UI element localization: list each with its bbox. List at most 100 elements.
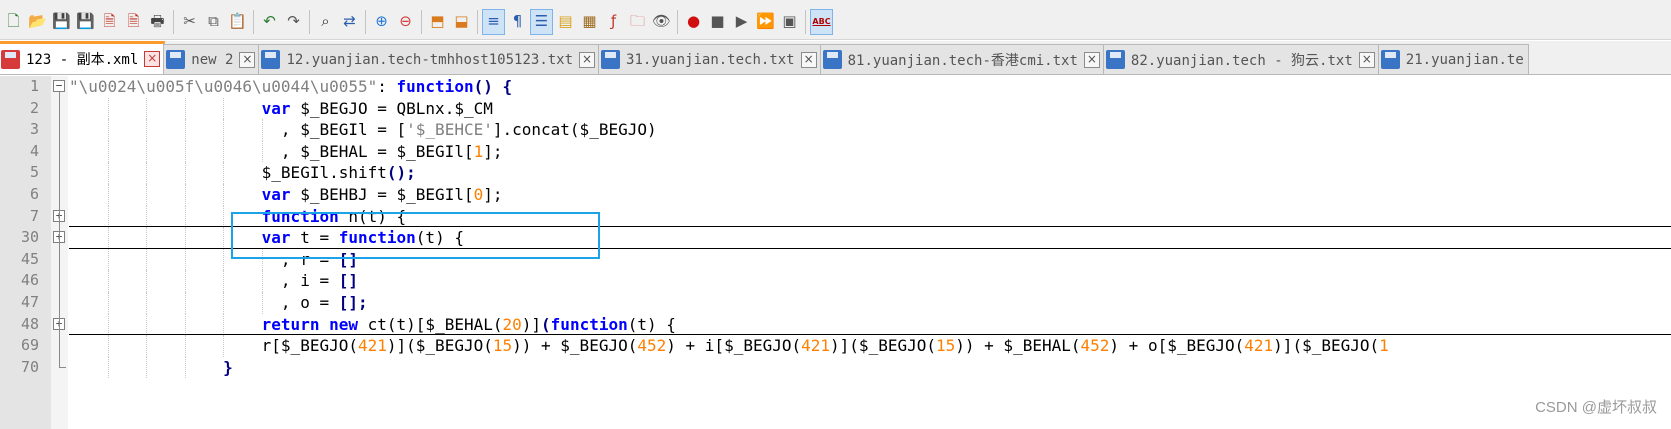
stop-macro-button[interactable]: ■ [706,9,729,35]
collapse-fold-icon[interactable]: − [53,80,65,92]
close-tab-icon[interactable]: × [800,51,817,68]
tab[interactable]: 12.yuanjian.tech-tmhhost105123.txt × [258,44,601,74]
code-text: , $_BEGIl = ['$_BEHCE'].concat($_BEGJO) [69,119,657,141]
code-text: } [69,357,233,379]
save-macro-icon: ▣ [782,12,797,30]
indent-guide-button[interactable]: ☰ [530,8,553,35]
document-map-button[interactable]: ▦ [578,9,601,35]
code-line[interactable]: 1 − "\u0024\u005f\u0046\u0044\u0055": func… [0,76,1671,98]
find-icon: ⌕ [321,12,330,30]
save-all-button[interactable]: 💾 [74,9,97,35]
close-tab-icon[interactable]: × [144,51,161,67]
show-all-chars-button[interactable]: ¶ [506,9,529,35]
paste-button[interactable]: 📋 [226,9,249,35]
tab[interactable]: new 2 × [163,44,261,74]
tab[interactable]: 82.yuanjian.tech - 狗云.txt × [1102,44,1380,74]
toolbar-separator [365,9,366,34]
code-token: 1 [1379,336,1389,356]
spell-check-button[interactable]: ABC [810,8,833,35]
code-token: var [261,185,291,204]
copy-button[interactable]: ⧉ [202,9,225,35]
undo-button[interactable]: ↶ [258,9,281,35]
monitoring-button[interactable]: 👁 [650,9,673,35]
code-token: $_BEHBJ = $_BEGIl[ [290,185,474,204]
cut-button[interactable]: ✂ [178,9,201,35]
zoom-in-button[interactable]: ⊕ [370,9,393,35]
line-number: 3 [29,120,39,139]
code-token: () { [473,77,513,96]
close-tab-icon[interactable]: × [239,51,256,68]
code-token: ]; [483,141,503,161]
line-number: 5 [29,163,39,182]
code-token: r[$_BEGJO( [69,336,358,356]
open-file-button[interactable]: 📂 [26,9,49,35]
code-token: )] [521,314,542,334]
function-list-button[interactable]: ƒ [602,9,625,35]
code-line[interactable]: 48+ return new ct(t)[$_BEHAL(20)](functi… [0,313,1671,336]
code-token: )) + $_BEHAL( [955,336,1081,356]
redo-button[interactable]: ↷ [282,9,305,35]
indent-guide-icon: ☰ [534,12,549,30]
code-line[interactable]: 4 , $_BEHAL = $_BEGIl[1]; [0,140,1671,163]
code-line[interactable]: 47 , o = []; [0,292,1671,314]
new-file-button[interactable]: 🗋 [2,9,25,35]
code-editor[interactable]: 1 − "\u0024\u005f\u0046\u0044\u0055": func… [0,76,1671,429]
play-macro-button[interactable]: ▶ [730,9,753,35]
code-line[interactable]: 2 var $_BEGJO = QBLnx.$_CM [0,97,1671,120]
close-button[interactable]: 🗎 [98,9,121,35]
code-token: ( [541,314,551,334]
save-macro-button[interactable]: ▣ [778,9,801,35]
close-all-button[interactable]: 🗎 [122,9,145,35]
undo-icon: ↶ [263,12,276,30]
save-button[interactable]: 💾 [50,9,73,35]
saved-file-icon [1105,50,1125,69]
paste-icon: 📋 [228,12,247,30]
folder-workspace-button[interactable]: 🗀 [626,9,649,35]
saved-file-icon [822,50,842,69]
saved-file-icon [261,50,281,69]
run-macro-multiple-button[interactable]: ⏩ [754,9,777,35]
sync-vertical-icon: ⬒ [430,12,445,30]
tab[interactable]: 21.yuanjian.te [1377,44,1529,74]
replace-button[interactable]: ⇄ [338,9,361,35]
zoom-in-icon: ⊕ [375,12,388,30]
sync-vertical-button[interactable]: ⬒ [426,9,449,35]
code-token: '$_BEHCE' [406,120,493,140]
close-tab-icon[interactable]: × [1083,51,1100,68]
toolbar-separator [253,9,254,34]
print-button[interactable]: 🖶 [146,9,169,35]
code-text: r[$_BEGJO(421)]($_BEGJO(15)) + $_BEGJO(4… [69,335,1389,357]
code-token: []; [338,293,368,312]
sync-horizontal-button[interactable]: ⬓ [450,9,473,35]
record-macro-button[interactable]: ● [682,9,705,35]
saved-file-icon [601,50,621,69]
code-line[interactable]: 46 , i = [] [0,270,1671,292]
code-token: )]($_BEGJO( [1273,336,1380,356]
code-line[interactable]: 5 $_BEGIl.shift(); [0,162,1671,184]
tab-active[interactable]: 123 - 副本.xml × [0,41,166,74]
code-line[interactable]: 70 } [0,356,1671,379]
code-token: , $_BEHAL = $_BEGIl[ [69,141,474,161]
close-tab-icon[interactable]: × [579,51,596,68]
code-line[interactable]: 69 r[$_BEGJO(421)]($_BEGJO(15)) + $_BEGJ… [0,335,1671,357]
tab-label: new 2 [191,51,234,68]
fold-end-marker [59,366,66,368]
code-token: 1 [473,141,484,161]
code-line[interactable]: 3 , $_BEGIl = ['$_BEHCE'].concat($_BEGJO… [0,119,1671,141]
tab[interactable]: 31.yuanjian.tech.txt × [598,44,822,74]
line-number: 1 [29,77,39,95]
zoom-out-button[interactable]: ⊖ [394,9,417,35]
close-tab-icon[interactable]: × [1358,51,1375,68]
find-button[interactable]: ⌕ [314,9,337,35]
tab[interactable]: 81.yuanjian.tech-香港cmi.txt × [819,44,1105,74]
code-line[interactable]: 6 var $_BEHBJ = $_BEGIl[0]; [0,184,1671,206]
record-macro-icon: ● [686,12,701,30]
line-number: 30 [20,228,39,247]
word-wrap-button[interactable]: ≡ [482,8,505,35]
user-language-button[interactable]: ▤ [554,9,577,35]
code-text: var $_BEHBJ = $_BEGIl[0]; [69,184,503,206]
sync-horizontal-icon: ⬓ [454,12,469,30]
code-token: function [396,77,474,96]
line-number: 4 [29,141,39,160]
